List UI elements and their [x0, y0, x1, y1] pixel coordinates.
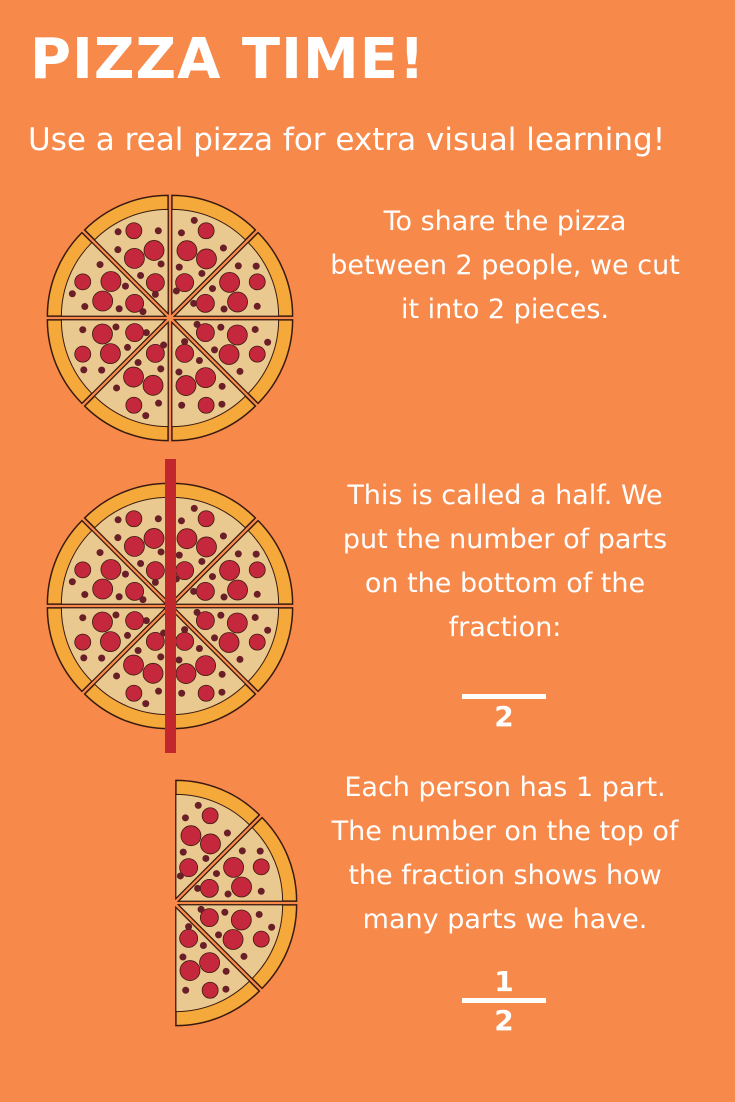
text-line: Each person has 1 part. [344, 772, 666, 803]
fraction-one-half: 1 2 [459, 966, 549, 1039]
step-1-text: To share the pizza between 2 people, we … [300, 200, 710, 332]
text-line: fraction: [448, 612, 562, 643]
text-line: This is called a half. We [347, 480, 663, 511]
step-2-text: This is called a half. We put the number… [300, 474, 710, 650]
text-line: it into 2 pieces. [400, 294, 610, 325]
fraction-numerator [459, 662, 549, 694]
text-line: on the bottom of the [364, 568, 646, 599]
fraction-half-denominator-only: 2 [459, 662, 549, 735]
fraction-denominator: 2 [494, 700, 514, 733]
text-line: The number on the top of [331, 816, 679, 847]
text-line: To share the pizza [383, 206, 627, 237]
text-line: many parts we have. [362, 904, 648, 935]
cut-line [165, 459, 176, 753]
fraction-denominator: 2 [494, 1004, 514, 1037]
text-line: the fraction shows how [348, 860, 662, 891]
fraction-numerator: 1 [494, 965, 514, 998]
step-3-text: Each person has 1 part. The number on th… [300, 766, 710, 942]
text-line: put the number of parts [342, 524, 668, 555]
page-title: PIZZA TIME! [30, 27, 426, 92]
whole-pizza-illustration [46, 194, 294, 442]
text-line: between 2 people, we cut [330, 250, 680, 281]
page-subtitle: Use a real pizza for extra visual learni… [28, 122, 666, 158]
half-pizza-illustration [175, 779, 298, 1027]
